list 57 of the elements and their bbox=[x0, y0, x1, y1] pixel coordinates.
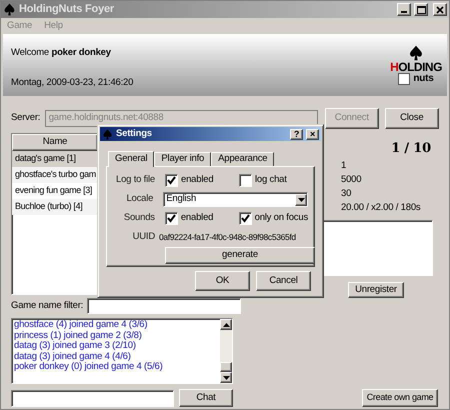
close-button[interactable]: Close bbox=[384, 108, 439, 128]
chat-button[interactable]: Chat bbox=[179, 389, 233, 407]
generate-button[interactable]: generate bbox=[165, 247, 315, 264]
minimize-icon bbox=[401, 11, 407, 13]
help-button[interactable]: ? bbox=[290, 128, 303, 140]
field-label: Log to file bbox=[115, 173, 155, 188]
log-line: princess (1) joined game 2 (3/8) bbox=[14, 330, 143, 341]
create-game-button[interactable]: Create own game bbox=[362, 389, 438, 407]
tab[interactable]: General bbox=[108, 151, 154, 167]
scroll-bar[interactable] bbox=[220, 319, 232, 383]
chat-field[interactable] bbox=[11, 390, 174, 406]
info-value: 30 bbox=[341, 188, 352, 200]
locale-dropdown[interactable]: English bbox=[163, 192, 308, 207]
field-label: UUID bbox=[132, 230, 155, 244]
log-line: poker donkey (0) joined game 4 (5/6) bbox=[14, 362, 164, 372]
spade-icon bbox=[408, 45, 424, 61]
player-count: 1 / 10 bbox=[391, 140, 431, 158]
uuid-value: 0af92224-fa17-4f0c-948c-89f98c5365fd bbox=[159, 231, 296, 244]
unregister-button[interactable]: Unregister bbox=[348, 282, 404, 298]
checkbox-label: log chat bbox=[255, 173, 287, 188]
logo-subword: nuts bbox=[413, 74, 434, 84]
column-header[interactable]: Name bbox=[12, 134, 98, 151]
info-value: 20.00 / x2.00 / 180s bbox=[341, 202, 420, 214]
cancel-button[interactable]: Cancel bbox=[256, 271, 311, 291]
checkbox-label: only on focus bbox=[254, 211, 308, 226]
field-label: Locale bbox=[125, 192, 154, 206]
checkbox-label: enabled bbox=[181, 173, 214, 188]
logo-word: HOLDING bbox=[390, 61, 442, 73]
log-line: datag (3) joined game 3 (2/10) bbox=[14, 341, 137, 352]
checkbox-label: enabled bbox=[180, 211, 214, 226]
info-value: 1 bbox=[341, 160, 348, 172]
date-time: Montag, 2009-03-23, 21:46:20 bbox=[11, 76, 134, 90]
filter-label: Game name filter: bbox=[11, 298, 84, 313]
checkbox[interactable] bbox=[238, 212, 252, 225]
log-line: datag (3) joined game 4 (4/6) bbox=[14, 352, 132, 362]
log-line: ghostface (4) joined game 4 (3/6) bbox=[14, 320, 148, 330]
tab[interactable]: Player info bbox=[154, 152, 212, 166]
dialog-title: Settings bbox=[116, 126, 152, 141]
filter-field[interactable] bbox=[87, 298, 242, 314]
server-label: Server: bbox=[11, 110, 41, 125]
close-button[interactable] bbox=[433, 3, 447, 16]
maximize-button[interactable] bbox=[414, 3, 428, 16]
checkbox[interactable] bbox=[165, 174, 178, 187]
app-icon bbox=[102, 128, 113, 140]
close-icon bbox=[436, 6, 444, 14]
close-button[interactable]: × bbox=[306, 128, 319, 140]
checkbox[interactable] bbox=[164, 212, 178, 225]
app-icon bbox=[3, 3, 16, 16]
window-title: HoldingNuts Foyer bbox=[19, 2, 114, 18]
info-value: 5000 bbox=[341, 174, 362, 186]
maximize-icon bbox=[416, 6, 426, 14]
checkbox[interactable] bbox=[239, 174, 252, 187]
ok-button[interactable]: OK bbox=[195, 271, 250, 291]
minimize-button[interactable] bbox=[397, 3, 411, 16]
welcome-text: Welcome poker donkey bbox=[11, 46, 112, 60]
tab[interactable]: Appearance bbox=[211, 152, 274, 166]
field-label: Sounds bbox=[122, 211, 155, 226]
